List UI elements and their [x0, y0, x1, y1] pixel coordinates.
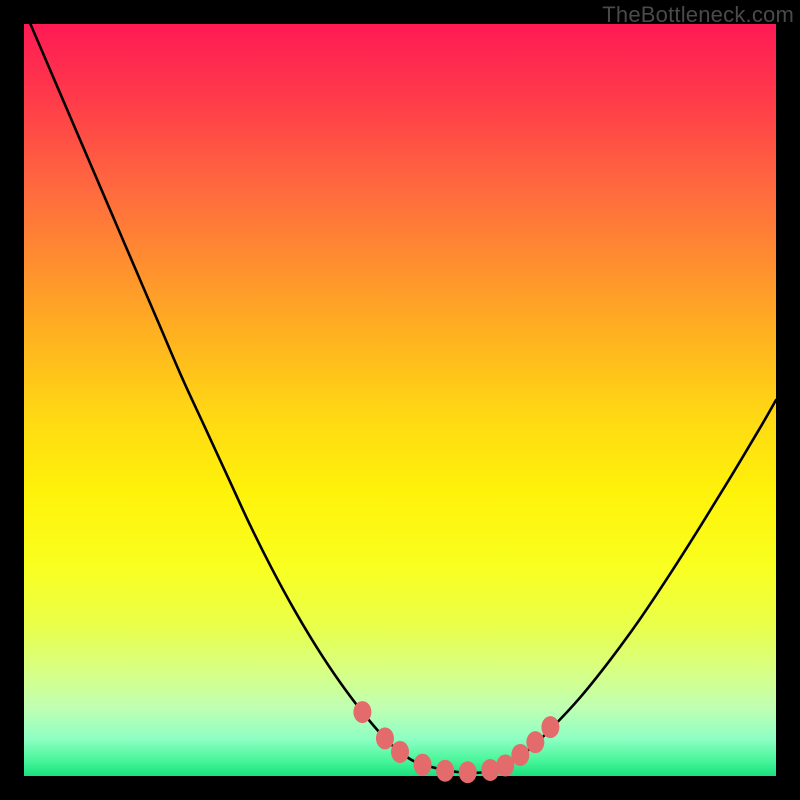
- chart-svg: [24, 24, 776, 776]
- curve-marker: [459, 761, 477, 783]
- watermark-text: TheBottleneck.com: [602, 2, 794, 28]
- curve-marker: [481, 759, 499, 781]
- chart-plot-area: [24, 24, 776, 776]
- bottleneck-curve: [24, 9, 776, 773]
- curve-marker: [436, 760, 454, 782]
- curve-marker: [526, 731, 544, 753]
- chart-frame: TheBottleneck.com: [0, 0, 800, 800]
- curve-marker: [376, 727, 394, 749]
- curve-marker: [541, 716, 559, 738]
- curve-marker: [353, 701, 371, 723]
- curve-marker: [511, 744, 529, 766]
- curve-marker: [496, 754, 514, 776]
- curve-marker: [391, 741, 409, 763]
- curve-marker: [414, 754, 432, 776]
